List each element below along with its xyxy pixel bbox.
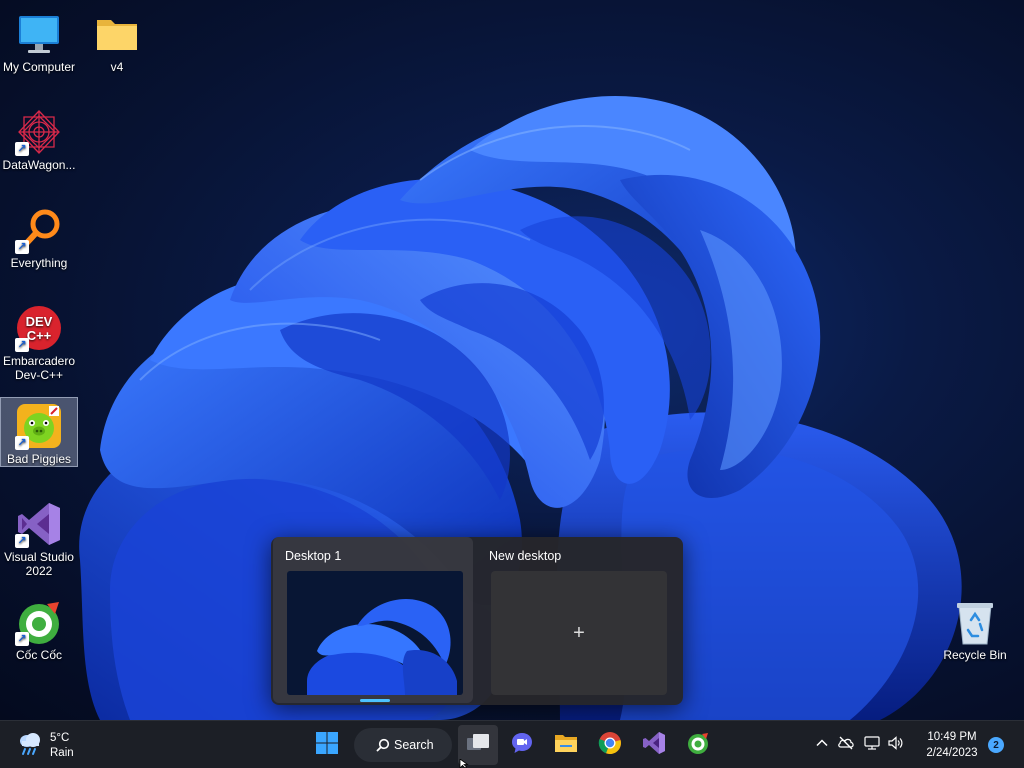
- volume-button[interactable]: [886, 735, 906, 755]
- volume-icon: [887, 735, 905, 756]
- taskbar: 5°C Rain Search 10:49 PM 2/24/2023 2: [0, 720, 1024, 768]
- bad-piggies-icon: ↗: [15, 402, 63, 450]
- virtual-desktop-title: Desktop 1: [285, 549, 342, 563]
- desktop[interactable]: My Computer v4 ↗ DataWagon... ↗ Everythi…: [0, 0, 1024, 720]
- svg-text:DEV: DEV: [26, 314, 53, 329]
- mouse-cursor-icon: [459, 759, 469, 768]
- taskbar-app-file-explorer[interactable]: [546, 725, 586, 765]
- devcpp-icon: DEV C++ ↗: [15, 304, 63, 352]
- desktop-icon-recycle-bin[interactable]: Recycle Bin: [936, 594, 1014, 662]
- coccoc-icon: [686, 731, 710, 760]
- taskbar-app-chat[interactable]: [502, 725, 542, 765]
- desktop-icon-label: Visual Studio 2022: [4, 550, 74, 578]
- desktop-icon-label: My Computer: [2, 60, 76, 74]
- plus-icon: +: [573, 621, 585, 644]
- desktop-icon-bad-piggies[interactable]: ↗ Bad Piggies: [0, 397, 78, 467]
- magnifier-icon: ↗: [15, 206, 63, 254]
- shortcut-arrow-icon: ↗: [15, 632, 29, 646]
- desktop-icon-label: Bad Piggies: [6, 452, 72, 466]
- visual-studio-icon: ↗: [15, 500, 63, 548]
- datawagon-icon: ↗: [15, 108, 63, 156]
- shortcut-arrow-icon: ↗: [15, 534, 29, 548]
- monitor-icon: [15, 10, 63, 58]
- coccoc-icon: ↗: [15, 598, 63, 646]
- shortcut-arrow-icon: ↗: [15, 338, 29, 352]
- desktop-icon-visual-studio[interactable]: ↗ Visual Studio 2022: [0, 496, 78, 578]
- virtual-desktop-thumbnail: [287, 571, 463, 695]
- weather-condition: Rain: [50, 746, 74, 759]
- new-desktop-button[interactable]: New desktop +: [477, 537, 677, 703]
- desktop-icon-coccoc[interactable]: ↗ Cốc Cốc: [0, 594, 78, 662]
- visual-studio-icon: [642, 731, 666, 760]
- task-view-panel: Desktop 1 New desktop +: [271, 537, 683, 705]
- recycle-bin-icon: [951, 598, 999, 646]
- windows-logo-icon: [315, 731, 339, 760]
- chat-icon: [510, 731, 534, 760]
- virtual-desktop-1[interactable]: Desktop 1: [273, 537, 473, 703]
- desktop-icon-datawagon[interactable]: ↗ DataWagon...: [0, 104, 78, 172]
- search-icon: [376, 738, 390, 752]
- start-button[interactable]: [307, 725, 347, 765]
- chevron-up-icon: [815, 736, 829, 755]
- search-label: Search: [394, 738, 434, 752]
- shortcut-arrow-icon: ↗: [15, 240, 29, 254]
- cloud-rain-icon: [16, 729, 44, 762]
- shortcut-arrow-icon: ↗: [15, 142, 29, 156]
- new-desktop-tile[interactable]: +: [491, 571, 667, 695]
- shortcut-arrow-icon: ↗: [15, 436, 29, 450]
- taskbar-app-visual-studio[interactable]: [634, 725, 674, 765]
- weather-widget[interactable]: 5°C Rain: [16, 729, 74, 762]
- desktop-icon-devcpp[interactable]: DEV C++ ↗ Embarcadero Dev-C++: [0, 300, 78, 382]
- desktop-icon-label: Recycle Bin: [943, 648, 1007, 662]
- chrome-icon: [598, 731, 622, 760]
- clock-button[interactable]: 10:49 PM 2/24/2023: [918, 729, 986, 761]
- svg-text:C++: C++: [27, 328, 52, 343]
- current-desktop-indicator: [360, 699, 390, 702]
- desktop-icon-label: Everything: [10, 256, 68, 270]
- desktop-icon-label: Embarcadero Dev-C++: [2, 354, 76, 382]
- taskbar-app-coccoc[interactable]: [678, 725, 718, 765]
- network-button[interactable]: [862, 735, 882, 755]
- clock-date: 2/24/2023: [926, 747, 978, 759]
- network-icon: [863, 735, 881, 756]
- desktop-icon-everything[interactable]: ↗ Everything: [0, 202, 78, 270]
- desktop-icon-v4[interactable]: v4: [78, 6, 156, 74]
- desktop-icon-label: DataWagon...: [2, 158, 76, 172]
- show-hidden-icons-button[interactable]: [812, 735, 832, 755]
- taskbar-search-button[interactable]: Search: [354, 728, 452, 762]
- onedrive-button[interactable]: [836, 735, 856, 755]
- desktop-icon-label: Cốc Cốc: [15, 648, 62, 662]
- task-view-icon: [465, 731, 491, 760]
- folder-icon: [93, 10, 141, 58]
- desktop-icon-label: v4: [110, 60, 124, 74]
- desktop-icon-my-computer[interactable]: My Computer: [0, 6, 78, 74]
- weather-temperature: 5°C: [50, 731, 70, 744]
- onedrive-offline-icon: [837, 735, 855, 756]
- taskbar-app-chrome[interactable]: [590, 725, 630, 765]
- virtual-desktop-title: New desktop: [489, 549, 562, 563]
- folder-icon: [553, 731, 579, 760]
- notification-badge[interactable]: 2: [988, 737, 1004, 753]
- clock-time: 10:49 PM: [927, 731, 977, 743]
